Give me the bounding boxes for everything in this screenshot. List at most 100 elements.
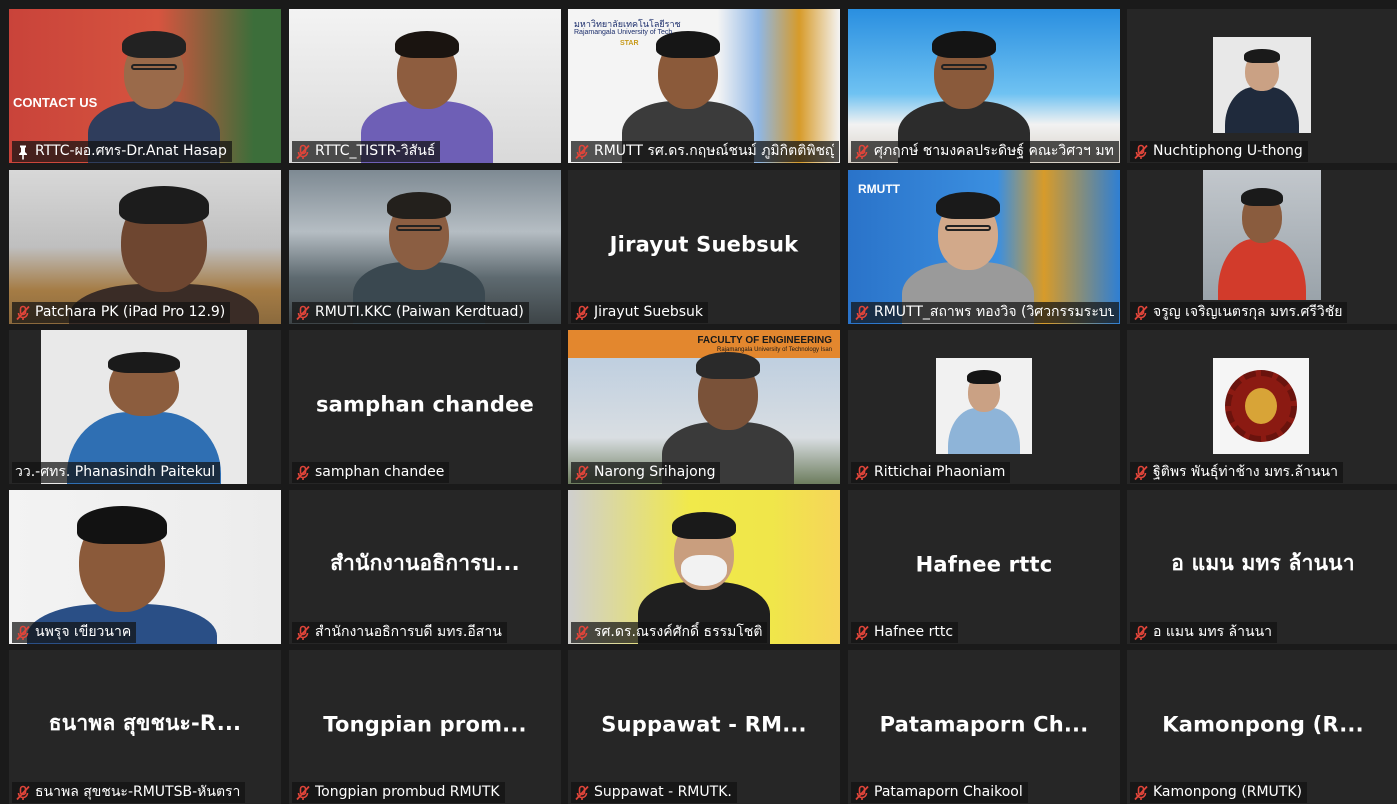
participant-name-label: ฐิติพร พันธุ์ท่าช้าง มทร.ล้านนา [1130, 462, 1343, 483]
participant-name-label: RMUTT_สถาพร ทองวิจ (วิศวกรรมระบบ... [851, 302, 1119, 323]
mic-muted-icon [15, 625, 31, 641]
participant-display-name: Hafnee rttc [915, 552, 1053, 577]
participant-tile-p18[interactable]: รศ.ดร.ณรงค์ศักดิ์ ธรรมโชติ [568, 490, 840, 644]
participant-tile-p4[interactable]: ศุภฤกษ์ ชามงคลประดิษฐ์ คณะวิศวฯ มทร... [848, 9, 1120, 163]
participant-name-label: Jirayut Suebsuk [571, 302, 708, 323]
participant-name: นพรุจ เขียวนาค [35, 624, 132, 640]
participant-name-label: RTTC-ผอ.ศทร-Dr.Anat Hasap [12, 141, 232, 162]
participant-name-label: รศ.ดร.ณรงค์ศักดิ์ ธรรมโชติ [571, 622, 768, 643]
participant-tile-p19[interactable]: Hafnee rttc Hafnee rttc [848, 490, 1120, 644]
participant-display-name: Kamonpong (R... [1162, 712, 1364, 737]
p4-person [848, 9, 1120, 163]
mic-muted-icon [1133, 785, 1149, 801]
participant-name: Patchara PK (iPad Pro 12.9) [35, 304, 226, 320]
participant-name: Jirayut Suebsuk [594, 304, 703, 320]
participant-tile-p25[interactable]: Kamonpong (R... Kamonpong (RMUTK) [1127, 650, 1397, 804]
participant-name: RMUTT รศ.ดร.กฤษณ์ชนม์ ภูมิกิตติพิชญ์ [594, 143, 834, 159]
participant-name: Hafnee rttc [874, 624, 954, 640]
participant-name-label: Tongpian prombud RMUTK [292, 782, 505, 803]
participant-tile-p10[interactable]: จรูญ เจริญเนตรกุล มทร.ศรีวิชัย [1127, 170, 1397, 324]
participant-display-name: Patamaporn Ch... [879, 712, 1089, 737]
mic-muted-icon [854, 144, 870, 160]
mic-muted-icon [574, 625, 590, 641]
mic-muted-icon [15, 785, 31, 801]
participant-tile-p12[interactable]: samphan chandee samphan chandee [289, 330, 561, 484]
participant-name-label: สำนักงานอธิการบดี มทร.อีสาน [292, 622, 507, 643]
participant-tile-p21[interactable]: ธนาพล สุขชนะ-R... ธนาพล สุขชนะ-RMUTSB-หัน… [9, 650, 281, 804]
participant-name: ฐิติพร พันธุ์ท่าช้าง มทร.ล้านนา [1153, 464, 1338, 480]
gallery-view: CONTACT US RTTC-ผอ.ศทร-Dr.Anat Hasap RTTC_… [0, 0, 1397, 804]
participant-name-label: samphan chandee [292, 462, 450, 483]
participant-tile-p1[interactable]: CONTACT US RTTC-ผอ.ศทร-Dr.Anat Hasap [9, 9, 281, 163]
mic-muted-icon [574, 305, 590, 321]
participant-name-label: จรูญ เจริญเนตรกุล มทร.ศรีวิชัย [1130, 302, 1348, 323]
rmutt-logo: RMUTT [858, 182, 900, 196]
p2-person [289, 9, 561, 163]
participant-tile-p8[interactable]: Jirayut Suebsuk Jirayut Suebsuk [568, 170, 840, 324]
mic-muted-icon [854, 785, 870, 801]
participant-tile-p11[interactable]: วว.-ศทร. Phanasindh Paitekul [9, 330, 281, 484]
participant-name: อ แมน มทร ล้านนา [1153, 624, 1272, 640]
mic-muted-icon [1133, 465, 1149, 481]
participant-name: Tongpian prombud RMUTK [315, 784, 500, 800]
participant-name: Nuchtiphong U-thong [1153, 143, 1303, 159]
participant-name: samphan chandee [315, 464, 445, 480]
participant-name: จรูญ เจริญเนตรกุล มทร.ศรีวิชัย [1153, 304, 1343, 320]
profile-picture [1213, 37, 1311, 133]
pin-icon [15, 144, 31, 160]
participant-name-label: Rittichai Phaoniam [851, 462, 1011, 483]
participant-tile-p16[interactable]: นพรุจ เขียวนาค [9, 490, 281, 644]
participant-name: Suppawat - RMUTK. [594, 784, 732, 800]
faculty-banner-sub: Rajamangala University of Technology Isa… [717, 347, 832, 353]
participant-tile-p13[interactable]: FACULTY OF ENGINEERING Rajamangala Univer… [568, 330, 840, 484]
participant-name: RMUTI.KKC (Paiwan Kerdtuad) [315, 304, 524, 320]
mic-muted-icon [295, 625, 311, 641]
participant-tile-p22[interactable]: Tongpian prom... Tongpian prombud RMUTK [289, 650, 561, 804]
participant-tile-p23[interactable]: Suppawat - RM... Suppawat - RMUTK. [568, 650, 840, 804]
mic-muted-icon [295, 305, 311, 321]
participant-tile-p5[interactable]: Nuchtiphong U-thong [1127, 9, 1397, 163]
mic-muted-icon [15, 305, 31, 321]
mic-muted-icon [854, 465, 870, 481]
participant-display-name: ธนาพล สุขชนะ-R... [48, 711, 242, 736]
participant-tile-p17[interactable]: สำนักงานอธิการบ... สำนักงานอธิการบดี มทร.… [289, 490, 561, 644]
mic-muted-icon [295, 465, 311, 481]
participant-name-label: RMUTI.KKC (Paiwan Kerdtuad) [292, 302, 529, 323]
participant-tile-p15[interactable]: ฐิติพร พันธุ์ท่าช้าง มทร.ล้านนา [1127, 330, 1397, 484]
mic-muted-icon [854, 305, 870, 321]
p1-person [9, 9, 281, 163]
participant-name-label: Suppawat - RMUTK. [571, 782, 737, 803]
mic-muted-icon [295, 144, 311, 160]
mic-muted-icon [1133, 144, 1149, 160]
participant-name-label: Nuchtiphong U-thong [1130, 141, 1308, 162]
participant-display-name: Tongpian prom... [323, 712, 527, 737]
participant-name-label: อ แมน มทร ล้านนา [1130, 622, 1277, 643]
p6-person [9, 170, 281, 324]
participant-name-label: วว.-ศทร. Phanasindh Paitekul [12, 462, 221, 483]
participant-display-name: สำนักงานอธิการบ... [330, 551, 520, 576]
participant-tile-p2[interactable]: RTTC_TISTR-วิสันธ์ [289, 9, 561, 163]
participant-display-name: Jirayut Suebsuk [609, 232, 799, 257]
participant-display-name: Suppawat - RM... [601, 712, 807, 737]
participant-name: ธนาพล สุขชนะ-RMUTSB-หันตรา [35, 784, 241, 800]
participant-tile-p7[interactable]: RMUTI.KKC (Paiwan Kerdtuad) [289, 170, 561, 324]
university-seal-image [1213, 358, 1309, 454]
participant-tile-p3[interactable]: มหาวิทยาลัยเทคโนโลยีราช Rajamangala Unive… [568, 9, 840, 163]
university-banner-english: Rajamangala University of Tech [574, 29, 673, 36]
participant-name: Kamonpong (RMUTK) [1153, 784, 1302, 800]
participant-tile-p20[interactable]: อ แมน มทร ล้านนาอ แมน มทร ล้านนา [1127, 490, 1397, 644]
participant-name-label: RTTC_TISTR-วิสันธ์ [292, 141, 441, 162]
participant-tile-p14[interactable]: Rittichai Phaoniam [848, 330, 1120, 484]
participant-name-label: นพรุจ เขียวนาค [12, 622, 137, 643]
p18-person [568, 490, 840, 644]
participant-name: RTTC-ผอ.ศทร-Dr.Anat Hasap [35, 143, 227, 159]
mic-muted-icon [574, 144, 590, 160]
participant-name: วว.-ศทร. Phanasindh Paitekul [15, 464, 216, 480]
mic-muted-icon [854, 625, 870, 641]
participant-tile-p24[interactable]: Patamaporn Ch... Patamaporn Chaikool [848, 650, 1120, 804]
participant-tile-p6[interactable]: Patchara PK (iPad Pro 12.9) [9, 170, 281, 324]
p7-person [289, 170, 561, 324]
participant-name: สำนักงานอธิการบดี มทร.อีสาน [315, 624, 502, 640]
participant-name-label: Hafnee rttc [851, 622, 959, 643]
participant-tile-p9[interactable]: RMUTT RMUTT_สถาพร ทองวิจ (วิศวกรรมระบบ... [848, 170, 1120, 324]
